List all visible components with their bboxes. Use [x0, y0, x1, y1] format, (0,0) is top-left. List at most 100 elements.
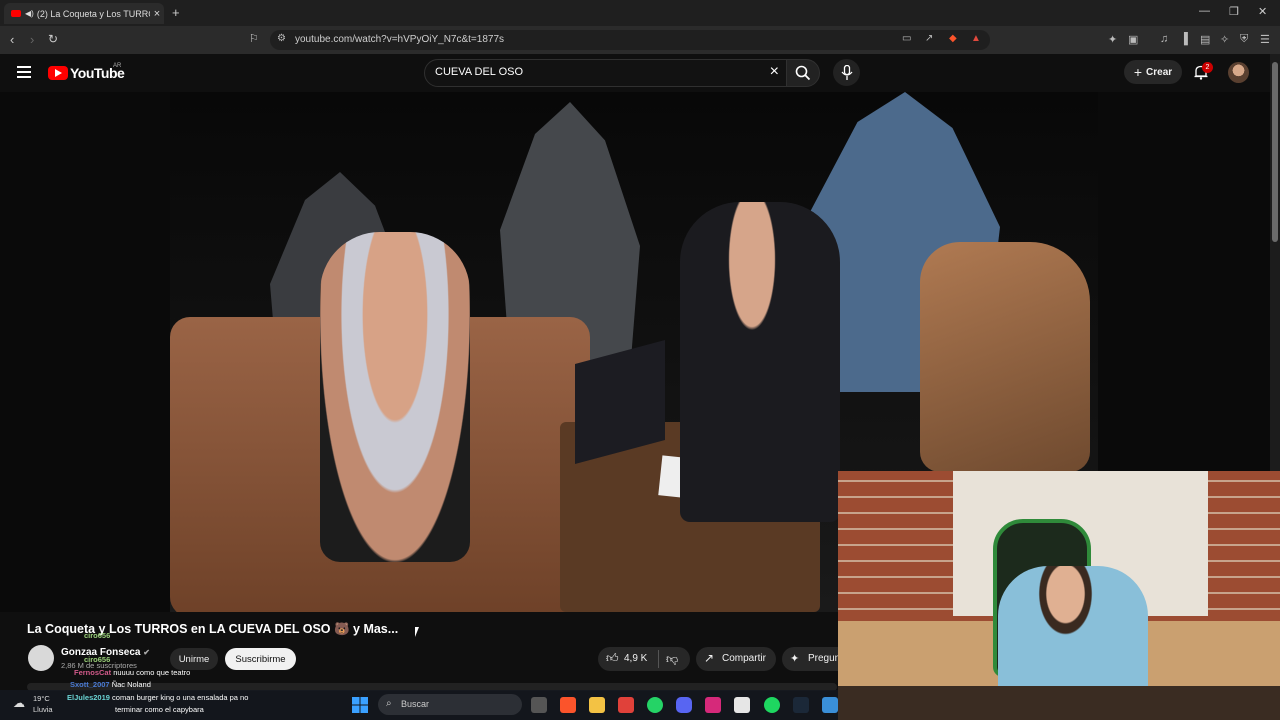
discord-icon[interactable]: [676, 697, 692, 713]
brave-shield-icon[interactable]: ◆: [949, 33, 957, 44]
leo-ai-icon[interactable]: ✧: [1220, 33, 1229, 46]
menu-icon[interactable]: ☰: [1260, 33, 1270, 46]
ask-button[interactable]: ✦ Pregun: [782, 647, 838, 671]
chat-message: Sxott_2007 Ñac Noland: [70, 680, 151, 689]
spotify-icon[interactable]: [764, 697, 780, 713]
speaker-icon[interactable]: ◀): [25, 9, 34, 18]
account-avatar[interactable]: [1228, 62, 1249, 83]
search-box[interactable]: CUEVA DEL OSO ×: [424, 59, 788, 87]
search-icon: ⌕: [386, 698, 392, 709]
chat-text: Ñac Noland: [111, 680, 151, 689]
chat-message: terminar como el capybara: [115, 705, 204, 714]
youtube-favicon-icon: [11, 10, 21, 17]
cast-icon[interactable]: ▭: [902, 33, 911, 44]
host-person: [680, 202, 840, 522]
youtube-header: YouTube AR CUEVA DEL OSO × + Crear 2: [0, 54, 1280, 92]
extensions-icon[interactable]: ✦: [1108, 33, 1117, 46]
task-view-icon[interactable]: [531, 697, 547, 713]
windows-start-icon[interactable]: [352, 697, 368, 713]
video-title: La Coqueta y Los TURROS en LA CUEVA DEL …: [27, 622, 399, 636]
weather-condition: Lluvia: [33, 705, 53, 714]
plus-icon: +: [1133, 64, 1143, 80]
taskbar-search[interactable]: ⌕ Buscar: [378, 694, 522, 715]
taskbar-search-placeholder: Buscar: [401, 699, 430, 709]
sidebar-icon[interactable]: ▐: [1180, 33, 1188, 45]
notification-count-badge: 2: [1202, 62, 1213, 73]
chat-message: FernosCat nuuuu como que teatro: [74, 668, 190, 677]
close-tab-icon[interactable]: ×: [150, 8, 164, 20]
chat-user: ElJules2019: [67, 693, 110, 702]
browser-tab[interactable]: ◀) (2) La Coqueta y Los TURROS ×: [4, 3, 164, 24]
temperature: 19°C: [33, 694, 50, 703]
scrollbar-thumb[interactable]: [1272, 62, 1278, 242]
search-button[interactable]: [786, 59, 820, 87]
site-info-icon[interactable]: ⚙: [277, 33, 286, 44]
share-label: Compartir: [722, 653, 766, 664]
chat-user: Sxott_2007: [70, 680, 110, 689]
reload-icon[interactable]: ↻: [48, 32, 58, 46]
brave-browser-icon[interactable]: [560, 697, 576, 713]
like-divider: [658, 650, 659, 668]
chat-text: terminar como el capybara: [115, 705, 204, 714]
vpn-icon[interactable]: ⛨: [1240, 33, 1248, 46]
browser-tab-bar: ◀) (2) La Coqueta y Los TURROS × + — ❐ ✕: [0, 0, 1280, 26]
store-icon[interactable]: [618, 697, 634, 713]
chat-message: ElJules2019 coman burger king o una ensa…: [67, 693, 248, 702]
file-explorer-icon[interactable]: [589, 697, 605, 713]
address-bar[interactable]: ⚙ youtube.com/watch?v=hVPyOiY_N7c&t=1877…: [270, 30, 990, 50]
instagram-icon[interactable]: [705, 697, 721, 713]
steam-icon[interactable]: [793, 697, 809, 713]
share-button[interactable]: ↗ Compartir: [696, 647, 776, 671]
chat-user: ciro656: [84, 655, 111, 664]
ask-label: Pregun: [808, 653, 838, 664]
youtube-logo-icon[interactable]: [48, 66, 68, 80]
chat-user: FernosCat: [74, 668, 112, 677]
desk-surface: [838, 686, 1280, 720]
forward-icon[interactable]: ›: [30, 32, 34, 47]
new-tab-icon[interactable]: +: [172, 5, 180, 20]
mouse-cursor-icon: [415, 627, 423, 637]
bookmark-icon[interactable]: ⚐: [249, 32, 259, 45]
chat-text: coman burger king o una ensalada pa no: [112, 693, 249, 702]
media-icon[interactable]: ♫: [1160, 33, 1168, 45]
browser-toolbar: ‹ › ↻ ⚐ ⚙ youtube.com/watch?v=hVPyOiY_N7…: [0, 26, 1280, 54]
weather-icon: ☁: [13, 696, 25, 710]
dislike-icon[interactable]: 👎︎: [666, 652, 678, 667]
create-label: Crear: [1146, 66, 1173, 78]
whatsapp-icon[interactable]: [647, 697, 663, 713]
brave-rewards-icon[interactable]: ▲: [971, 33, 981, 44]
share-page-icon[interactable]: ↗: [925, 33, 933, 44]
guest-person: [320, 232, 470, 562]
minimize-icon[interactable]: —: [1199, 5, 1210, 17]
join-button[interactable]: Unirme: [170, 648, 218, 670]
chat-message: ciro656: [84, 631, 110, 640]
notion-icon[interactable]: [734, 697, 750, 713]
channel-avatar[interactable]: [28, 645, 54, 671]
chat-message: ciro656: [84, 655, 110, 664]
share-icon: ↗: [704, 651, 715, 665]
like-count[interactable]: 4,9 K: [624, 653, 647, 664]
sparkle-icon: ✦: [790, 653, 800, 665]
fur-chair: [920, 242, 1090, 472]
restore-icon[interactable]: ❐: [1229, 5, 1239, 18]
close-window-icon[interactable]: ✕: [1258, 5, 1267, 18]
subscribe-button[interactable]: Suscribirme: [225, 648, 296, 670]
chat-user: ciro656: [84, 631, 111, 640]
microphone-icon: [841, 65, 853, 80]
like-dislike-group: 👍︎ 4,9 K 👎︎: [598, 647, 690, 671]
search-input[interactable]: CUEVA DEL OSO: [435, 66, 523, 78]
webcam-overlay: [838, 471, 1280, 720]
verified-icon: ✔: [143, 648, 150, 657]
search-icon: [795, 65, 811, 81]
clear-search-icon[interactable]: ×: [770, 63, 779, 81]
voice-search-button[interactable]: [833, 59, 860, 86]
create-button[interactable]: + Crear: [1124, 60, 1182, 84]
url-text: youtube.com/watch?v=hVPyOiY_N7c&t=1877s: [295, 34, 505, 45]
region-code: AR: [113, 63, 122, 69]
like-icon[interactable]: 👍︎: [606, 651, 619, 666]
hamburger-menu-icon[interactable]: [17, 66, 31, 78]
wallet-button-icon[interactable]: ▤: [1200, 33, 1210, 46]
wallet-icon[interactable]: ▣: [1128, 33, 1138, 46]
back-icon[interactable]: ‹: [10, 32, 14, 47]
app-icon[interactable]: [822, 697, 838, 713]
